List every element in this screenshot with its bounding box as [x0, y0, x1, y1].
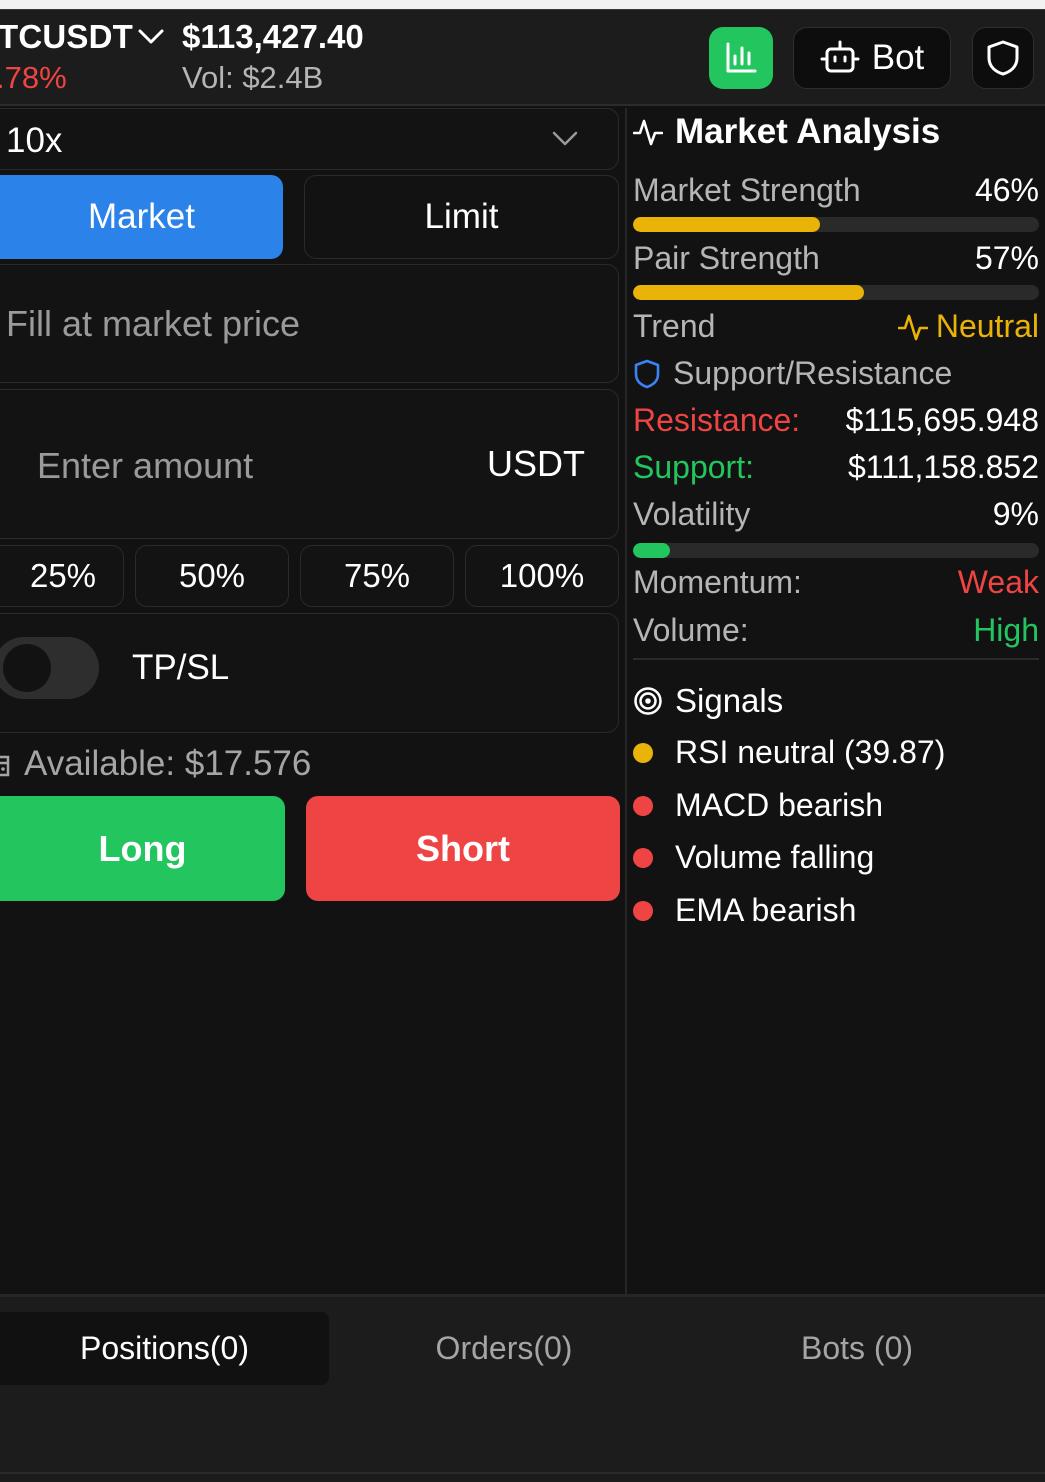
pair-symbol[interactable]: TCUSDT [0, 18, 133, 56]
trend-value-text: Neutral [935, 308, 1039, 344]
wallet-icon [0, 755, 10, 777]
analysis-title: Market Analysis [633, 112, 940, 152]
market-strength-value: 46% [974, 172, 1039, 208]
volatility-value: 9% [992, 496, 1039, 532]
top-edge [0, 0, 1045, 9]
signal-item: RSI neutral (39.87) [633, 734, 945, 771]
shield-icon [987, 40, 1019, 76]
signal-item: Volume falling [633, 839, 874, 876]
percent-50-button[interactable]: 50% [135, 545, 289, 607]
shield-icon [634, 359, 660, 388]
panel-divider [625, 108, 627, 1296]
trend-label: Trend [633, 308, 716, 344]
support-row: Support: $111,158.852 [633, 449, 1039, 486]
tab-market[interactable]: Market [0, 175, 283, 259]
volume-24h: Vol: $2.4B [182, 60, 324, 95]
signal-text: MACD bearish [675, 787, 884, 823]
percent-75-button[interactable]: 75% [300, 545, 454, 607]
pair-strength-fill [633, 285, 865, 300]
bottom-tab-bar: Positions(0) Orders(0) Bots (0) [0, 1297, 1045, 1482]
bot-button[interactable]: Bot [793, 27, 951, 89]
amount-placeholder: Enter amount [37, 445, 254, 486]
leverage-select[interactable]: 10x [0, 108, 619, 170]
signals-title: Signals [675, 682, 784, 719]
volume-row: Volume: High [633, 612, 1039, 649]
support-resistance-title: Support/Resistance [673, 355, 953, 391]
price-field-text: Fill at market price [6, 303, 301, 344]
market-strength-label: Market Strength [633, 172, 861, 208]
momentum-row: Momentum: Weak [633, 564, 1039, 601]
target-icon [634, 687, 662, 715]
chevron-down-icon [552, 131, 578, 146]
support-resistance-header: Support/Resistance [633, 355, 952, 392]
momentum-label: Momentum: [633, 564, 802, 600]
short-button[interactable]: Short [306, 796, 620, 901]
signals-header: Signals [633, 682, 783, 720]
trend-row: Trend Neutral [633, 308, 1039, 345]
resistance-row: Resistance: $115,695.948 [633, 402, 1039, 439]
tab-positions[interactable]: Positions(0) [0, 1312, 329, 1385]
analysis-separator [633, 658, 1039, 660]
trend-value: Neutral [897, 308, 1039, 345]
long-button[interactable]: Long [0, 796, 285, 901]
volatility-fill [633, 543, 670, 558]
bar-chart-icon [726, 42, 757, 73]
pair-strength-label: Pair Strength [633, 240, 820, 276]
price-change: .78% [0, 60, 67, 95]
leverage-value: 10x [6, 121, 63, 160]
tab-bots[interactable]: Bots (0) [683, 1312, 1031, 1385]
volume-label: Volume: [633, 612, 749, 648]
volatility-label: Volatility [633, 496, 751, 532]
volatility-bar [633, 543, 1039, 558]
market-strength-bar [633, 217, 1039, 232]
signal-item: MACD bearish [633, 787, 883, 824]
tpsl-toggle[interactable] [0, 637, 99, 699]
volume-value: High [973, 612, 1039, 648]
pair-strength-bar [633, 285, 1039, 300]
tab-orders[interactable]: Orders(0) [330, 1312, 678, 1385]
available-text: Available: $17.576 [24, 744, 312, 783]
tpsl-row: TP/SL [0, 613, 619, 733]
signal-item: EMA bearish [633, 892, 856, 929]
amount-currency: USDT [487, 443, 585, 484]
volatility-row: Volatility 9% [633, 496, 1039, 533]
toggle-knob [3, 644, 51, 692]
bottom-border [0, 1472, 1045, 1474]
market-strength-row: Market Strength 46% [633, 172, 1039, 209]
activity-icon [897, 314, 928, 340]
price-field[interactable]: Fill at market price [0, 264, 619, 383]
market-strength-fill [633, 217, 820, 232]
signal-text: RSI neutral (39.87) [675, 734, 946, 770]
available-balance: Available: $17.576 [0, 744, 311, 784]
signal-text: EMA bearish [675, 892, 857, 928]
percent-100-button[interactable]: 100% [465, 545, 619, 607]
security-button[interactable] [972, 27, 1034, 89]
percent-25-button[interactable]: 25% [0, 545, 124, 607]
analysis-title-text: Market Analysis [675, 112, 941, 151]
tab-limit[interactable]: Limit [304, 175, 619, 259]
activity-icon [633, 119, 663, 146]
signal-dot [633, 795, 653, 816]
chart-button[interactable] [709, 27, 773, 89]
resistance-value: $115,695.948 [845, 402, 1039, 438]
ticker-header: TCUSDT .78% $113,427.40 Vol: $2.4B Bot [0, 10, 1045, 106]
tpsl-label: TP/SL [132, 648, 230, 687]
resistance-label: Resistance: [633, 402, 801, 438]
pair-strength-row: Pair Strength 57% [633, 240, 1039, 277]
bot-button-label: Bot [871, 38, 925, 77]
support-label: Support: [633, 449, 754, 485]
signal-text: Volume falling [675, 839, 875, 875]
amount-input[interactable]: Enter amount USDT [0, 389, 619, 539]
last-price: $113,427.40 [182, 18, 364, 55]
chevron-down-icon[interactable] [136, 26, 166, 48]
pair-strength-value: 57% [974, 240, 1039, 276]
support-value: $111,158.852 [848, 449, 1039, 485]
bot-icon [820, 40, 860, 73]
signal-dot [633, 742, 653, 763]
signal-dot [633, 847, 653, 868]
momentum-value: Weak [957, 564, 1039, 600]
signal-dot [633, 900, 653, 921]
